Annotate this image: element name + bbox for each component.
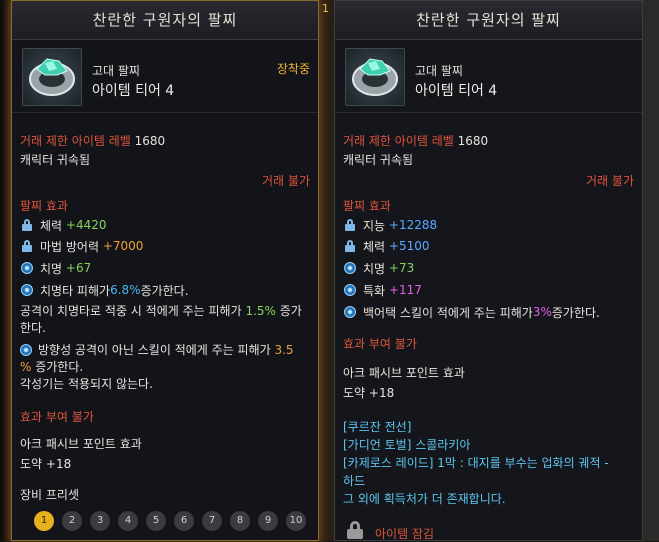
ark-passive-value: 도약 +18 [343, 386, 395, 400]
item-level-line: 거래 제한 아이템 레벨 1680 [20, 132, 165, 149]
preset-button[interactable]: 10 [286, 511, 306, 531]
item-header: 고대 팔찌 아이템 티어 4 장착중 [12, 40, 318, 113]
item-level-value: 1680 [134, 134, 166, 148]
lock-icon [343, 218, 357, 232]
item-level-label: 거래 제한 아이템 레벨 [20, 134, 131, 148]
special-effect-text: 방향성 공격이 아닌 스킬이 적에게 주는 피해가 3.5 % 증가한다. 각성… [20, 343, 294, 391]
lock-icon [20, 218, 34, 232]
source-item: [쿠르잔 전선] [343, 420, 412, 434]
preset-button[interactable]: 8 [230, 511, 250, 531]
gear-icon [20, 283, 34, 297]
stat-name: 치명 [40, 261, 63, 276]
no-effect-text: 효과 부여 불가 [343, 337, 417, 351]
gear-icon [343, 305, 357, 319]
special-effect-text: 공격이 치명타로 적중 시 적에게 주는 피해가 1.5% 증가 한다. [20, 304, 302, 335]
item-grade: 고대 팔찌 [92, 64, 140, 78]
source-item: [가디언 토벌] 스콜라키아 [343, 438, 471, 452]
stat-row: 체력 +5100 [343, 237, 430, 255]
lock-icon [347, 521, 363, 539]
gear-icon [343, 261, 357, 275]
stat-value: +117 [388, 283, 422, 297]
item-title: 찬란한 구원자의 팔찌 [12, 1, 318, 40]
trade-status: 거래 불가 [262, 174, 310, 188]
preset-button[interactable]: 2 [62, 511, 82, 531]
equipped-badge: 장착중 [276, 62, 310, 76]
bracelet-icon [345, 48, 405, 106]
gear-icon [20, 261, 34, 275]
stat-row: 체력 +4420 [20, 216, 107, 234]
item-header: 고대 팔찌 아이템 티어 4 [335, 40, 642, 113]
item-grade: 고대 팔찌 [415, 64, 463, 78]
no-effect-text: 효과 부여 불가 [20, 410, 94, 424]
stat-row: 치명 +67 [20, 259, 91, 277]
stat-name: 지능 [363, 218, 386, 233]
stat-name: 체력 [40, 218, 63, 233]
ark-passive-value: 도약 +18 [20, 457, 72, 471]
bracelet-icon [22, 48, 82, 106]
effect-header: 팔찌 효과 [20, 199, 68, 213]
preset-button[interactable]: 6 [174, 511, 194, 531]
equipped-item-tooltip: 찬란한 구원자의 팔찌 고대 팔찌 아이템 티어 4 장착중 거래 제한 아이템… [11, 0, 319, 541]
preset-selector: 1 2 3 4 5 6 7 8 9 10 [34, 511, 306, 531]
lock-icon [343, 239, 357, 253]
item-title: 찬란한 구원자의 팔찌 [335, 1, 642, 40]
preset-button[interactable]: 7 [202, 511, 222, 531]
preset-button[interactable]: 1 [34, 511, 54, 531]
stat-value: +4420 [65, 218, 107, 232]
preset-button[interactable]: 5 [146, 511, 166, 531]
stat-row: 특화 +117 [343, 281, 422, 299]
ark-passive-header: 아크 패시브 포인트 효과 [343, 366, 465, 380]
preset-button[interactable]: 9 [258, 511, 278, 531]
game-background-right [643, 0, 659, 541]
gear-icon [20, 344, 34, 356]
item-locked-text: 아이템 잠김 [375, 527, 435, 541]
stat-name: 체력 [363, 239, 386, 254]
trade-status: 거래 불가 [586, 174, 634, 188]
preset-button[interactable]: 4 [118, 511, 138, 531]
stat-value: +73 [388, 261, 415, 275]
item-tier: 아이템 티어 4 [415, 83, 498, 99]
special-effect-row: 백어택 스킬이 적에게 주는 피해가 3% 증가한다. [343, 303, 600, 321]
gear-icon [343, 283, 357, 297]
source-item: 하드 [343, 474, 366, 488]
stat-row: 마법 방어력 +7000 [20, 237, 143, 255]
item-level-label: 거래 제한 아이템 레벨 [343, 134, 454, 148]
lock-icon [20, 239, 34, 253]
ark-passive-header: 아크 패시브 포인트 효과 [20, 437, 142, 451]
item-tier: 아이템 티어 4 [92, 83, 175, 99]
stat-value: +67 [65, 261, 92, 275]
preset-button[interactable]: 3 [90, 511, 110, 531]
stat-name: 치명 [363, 261, 386, 276]
stat-value: +7000 [102, 239, 144, 253]
stat-name: 특화 [363, 283, 386, 298]
stat-value: +12288 [388, 218, 438, 232]
stat-row: 지능 +12288 [343, 216, 437, 234]
source-item: [카제로스 레이드] 1막 : 대지를 부수는 업화의 궤적 - [343, 456, 609, 470]
stat-value: +5100 [388, 239, 430, 253]
preset-header: 장비 프리셋 [20, 488, 80, 502]
stat-row: 치명 +73 [343, 259, 414, 277]
acquisition-sources: [쿠르잔 전선] [가디언 토벌] 스콜라키아 [카제로스 레이드] 1막 : … [343, 418, 631, 508]
item-level-line: 거래 제한 아이템 레벨 1680 [343, 132, 488, 149]
compare-item-tooltip: 찬란한 구원자의 팔찌 고대 팔찌 아이템 티어 4 거래 제한 아이템 레벨 … [334, 0, 643, 541]
background-number: 1 [322, 2, 329, 15]
item-level-value: 1680 [457, 134, 489, 148]
effect-header: 팔찌 효과 [343, 199, 391, 213]
stat-name: 마법 방어력 [40, 239, 100, 254]
bound-text: 캐릭터 귀속됨 [20, 153, 91, 167]
special-effect-row: 치명타 피해가 6.8% 증가한다. [20, 281, 189, 299]
source-item: 그 외에 획득처가 더 존재합니다. [343, 492, 506, 506]
bound-text: 캐릭터 귀속됨 [343, 153, 414, 167]
